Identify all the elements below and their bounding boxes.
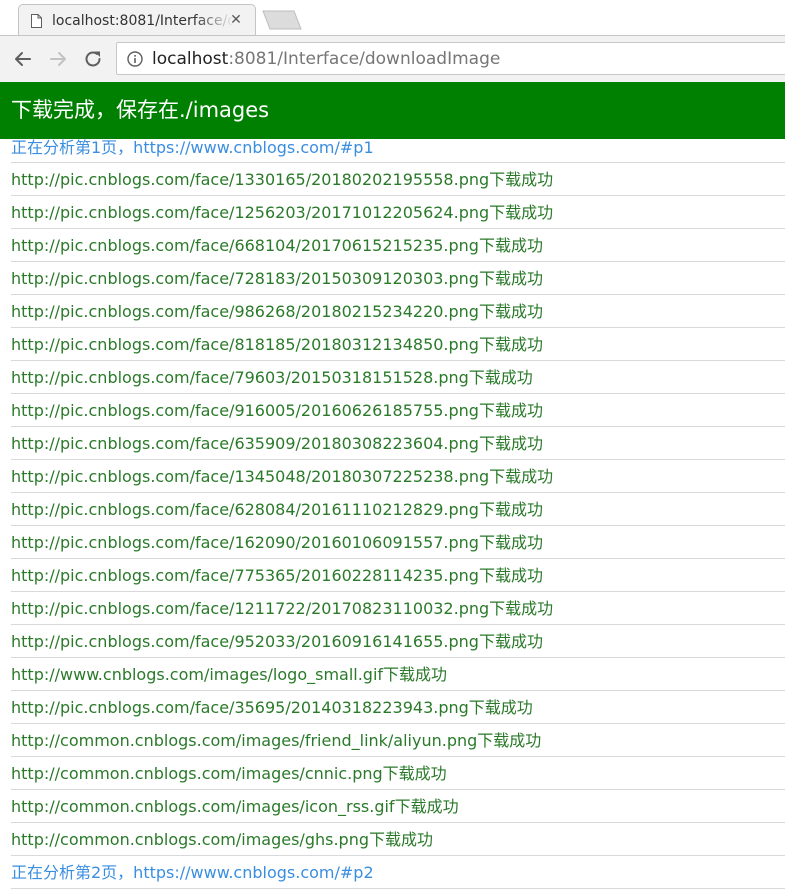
download-log-line: http://pic.cnblogs.com/face/775365/20160… — [11, 559, 785, 592]
log-line-text: http://pic.cnblogs.com/face/635909/20180… — [11, 434, 543, 453]
log-line-text: http://pic.cnblogs.com/face/1330165/2018… — [11, 170, 554, 189]
download-log-line: http://www.cnblogs.com/images/logo_small… — [11, 658, 785, 691]
download-log-line: http://pic.cnblogs.com/face/1345048/2018… — [11, 460, 785, 493]
info-icon[interactable] — [127, 51, 143, 67]
download-log-line: http://pic.cnblogs.com/face/35695/201403… — [11, 691, 785, 724]
page-analysis-line: 正在分析第2页，https://www.cnblogs.com/#p2 — [11, 856, 785, 889]
reload-icon[interactable] — [81, 47, 105, 71]
download-log-line: http://pic.cnblogs.com/face/916005/20160… — [11, 394, 785, 427]
address-bar[interactable]: localhost:8081/Interface/downloadImage — [116, 42, 785, 75]
download-log-line: http://pic.cnblogs.com/face/668104/20170… — [11, 229, 785, 262]
log-line-text: http://www.cnblogs.com/images/logo_small… — [11, 665, 448, 684]
log-line-text: http://common.cnblogs.com/images/cnnic.p… — [11, 764, 447, 783]
download-log-line: http://pic.cnblogs.com/face/1211722/2017… — [11, 592, 785, 625]
log-line-text: http://pic.cnblogs.com/face/79603/201503… — [11, 368, 533, 387]
browser-window: localhost:8081/Interface/downloadImage ✕ — [0, 0, 785, 890]
tab-strip: localhost:8081/Interface/downloadImage ✕ — [0, 0, 785, 36]
log-line-text: 正在分析第2页，https://www.cnblogs.com/#p2 — [11, 863, 374, 882]
url-path: :8081/Interface/downloadImage — [228, 49, 501, 69]
log-line-text: http://common.cnblogs.com/images/icon_rs… — [11, 797, 459, 816]
url-text[interactable]: localhost:8081/Interface/downloadImage — [152, 49, 500, 69]
log-line-text: 正在分析第1页，https://www.cnblogs.com/#p1 — [11, 138, 374, 157]
download-log-line: http://common.cnblogs.com/images/cnnic.p… — [11, 757, 785, 790]
download-log-line: http://pic.cnblogs.com/face/79603/201503… — [11, 361, 785, 394]
log-line-text: http://pic.cnblogs.com/face/35695/201403… — [11, 698, 533, 717]
status-banner: 下载完成，保存在./images — [0, 82, 785, 139]
log-line-text: http://pic.cnblogs.com/face/728183/20150… — [11, 269, 543, 288]
new-tab-button[interactable] — [262, 10, 302, 30]
log-line-text: http://common.cnblogs.com/images/friend_… — [11, 731, 542, 750]
browser-tab[interactable]: localhost:8081/Interface/downloadImage ✕ — [18, 4, 256, 36]
url-host: localhost — [152, 49, 229, 69]
download-log-line: http://pic.cnblogs.com/face/1330165/2018… — [11, 163, 785, 196]
log-line-text: http://pic.cnblogs.com/face/1256203/2017… — [11, 203, 554, 222]
download-log-line: http://pic.cnblogs.com/face/1256203/2017… — [11, 196, 785, 229]
log-line-text: http://pic.cnblogs.com/face/986268/20180… — [11, 302, 543, 321]
download-log-line: http://pic.cnblogs.com/face/986268/20180… — [11, 295, 785, 328]
download-log-line: http://pic.cnblogs.com/face/635909/20180… — [11, 427, 785, 460]
download-log-line: http://pic.cnblogs.com/face/162090/20160… — [11, 526, 785, 559]
log-line-text: http://pic.cnblogs.com/face/916005/20160… — [11, 401, 543, 420]
page-content: 下载完成，保存在./images 正在分析第1页，https://www.cnb… — [0, 82, 785, 890]
download-log-line: http://pic.cnblogs.com/face/952033/20160… — [11, 625, 785, 658]
log-line-text: http://pic.cnblogs.com/face/1345048/2018… — [11, 467, 554, 486]
download-log-line: http://common.cnblogs.com/images/friend_… — [11, 724, 785, 757]
log-line-text: http://common.cnblogs.com/images/ghs.png… — [11, 830, 433, 849]
log-line-text: http://pic.cnblogs.com/face/628084/20161… — [11, 500, 543, 519]
document-icon — [31, 14, 42, 28]
browser-toolbar: localhost:8081/Interface/downloadImage — [0, 36, 785, 82]
log-line-text: http://pic.cnblogs.com/face/775365/20160… — [11, 566, 543, 585]
log-line-text: http://pic.cnblogs.com/face/952033/20160… — [11, 632, 543, 651]
close-icon[interactable]: ✕ — [226, 10, 246, 30]
download-log-line: http://common.cnblogs.com/images/icon_rs… — [11, 790, 785, 823]
banner-text: 下载完成，保存在./images — [11, 98, 270, 122]
download-log-line: http://pic.cnblogs.com/face/728183/20150… — [11, 262, 785, 295]
download-log-line: http://pic.cnblogs.com/face/628084/20161… — [11, 493, 785, 526]
back-arrow-icon[interactable] — [11, 47, 35, 71]
log-line-text: http://pic.cnblogs.com/face/1211722/2017… — [11, 599, 554, 618]
download-log: 正在分析第1页，https://www.cnblogs.com/#p1 http:… — [0, 138, 785, 889]
download-log-line: http://common.cnblogs.com/images/ghs.png… — [11, 823, 785, 856]
log-line-text: http://pic.cnblogs.com/face/162090/20160… — [11, 533, 543, 552]
log-line-text: http://pic.cnblogs.com/face/818185/20180… — [11, 335, 543, 354]
page-analysis-line: 正在分析第1页，https://www.cnblogs.com/#p1 — [11, 138, 785, 163]
download-log-line: http://pic.cnblogs.com/face/818185/20180… — [11, 328, 785, 361]
log-line-text: http://pic.cnblogs.com/face/668104/20170… — [11, 236, 543, 255]
forward-arrow-icon[interactable] — [46, 47, 70, 71]
